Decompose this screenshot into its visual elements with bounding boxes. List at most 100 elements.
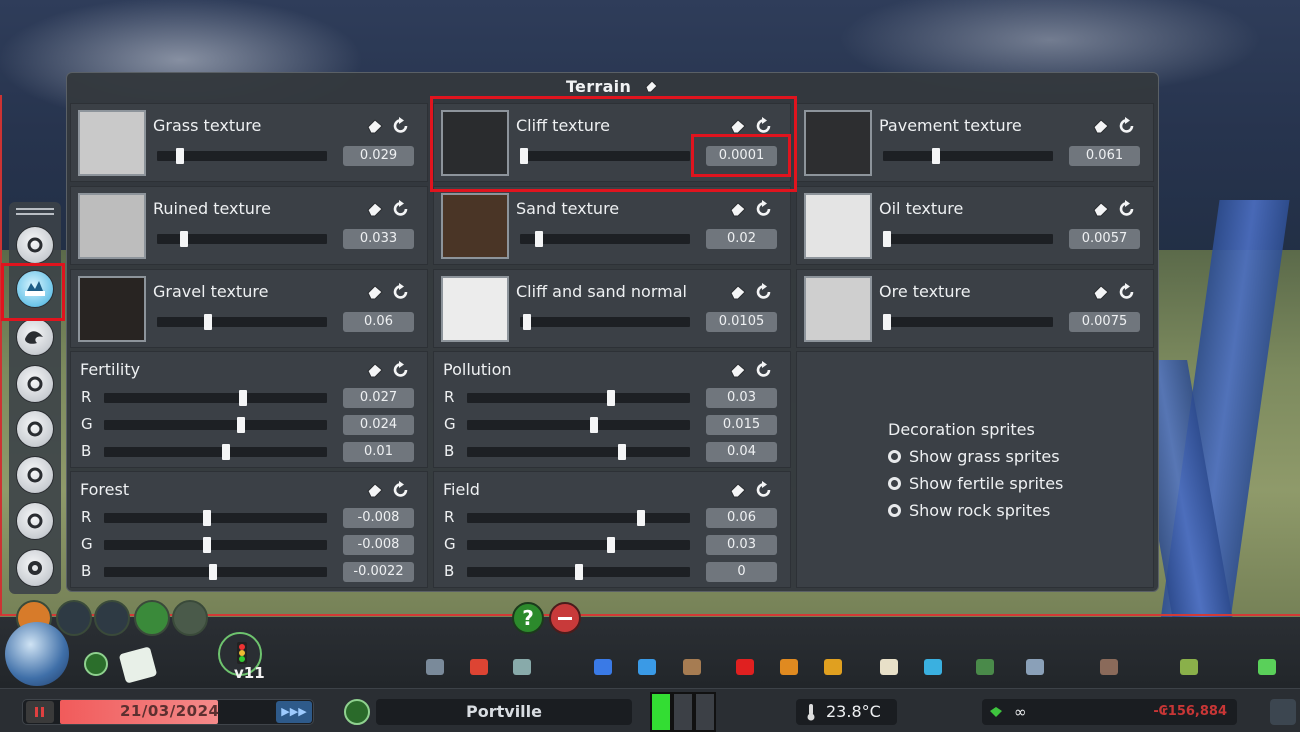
slider-thumb[interactable]	[883, 314, 891, 330]
texture-slider[interactable]	[157, 231, 327, 247]
channel-slider[interactable]	[467, 390, 690, 406]
texture-swatch[interactable]	[441, 193, 509, 259]
channel-slider[interactable]	[104, 390, 327, 406]
texture-value[interactable]: 0.0001	[706, 146, 777, 166]
channel-slider[interactable]	[104, 444, 327, 460]
eraser-icon[interactable]	[1091, 282, 1111, 302]
reset-icon[interactable]	[754, 480, 774, 500]
slider-thumb[interactable]	[883, 231, 891, 247]
radio-icon[interactable]	[888, 450, 901, 463]
magnet-icon-2[interactable]	[94, 600, 130, 636]
wonders-icon[interactable]	[1092, 650, 1126, 684]
texture-swatch[interactable]	[804, 193, 872, 259]
texture-slider[interactable]	[157, 314, 327, 330]
eraser-icon[interactable]	[365, 199, 385, 219]
slider-thumb[interactable]	[222, 444, 230, 460]
texture-slider[interactable]	[883, 148, 1053, 164]
electricity-icon[interactable]	[586, 650, 620, 684]
reset-icon[interactable]	[1117, 199, 1137, 219]
slider-thumb[interactable]	[209, 564, 217, 580]
eraser-icon[interactable]	[1091, 116, 1111, 136]
slider-thumb[interactable]	[237, 417, 245, 433]
settings-icon[interactable]	[16, 549, 54, 587]
citizen-icon[interactable]	[1270, 699, 1296, 725]
channel-slider[interactable]	[467, 564, 690, 580]
eraser-icon[interactable]	[728, 199, 748, 219]
water-icon[interactable]	[16, 318, 54, 356]
channel-value[interactable]: -0.008	[343, 535, 414, 555]
reset-icon[interactable]	[391, 199, 411, 219]
channel-value[interactable]: 0.04	[706, 442, 777, 462]
slider-thumb[interactable]	[176, 148, 184, 164]
slider-thumb[interactable]	[932, 148, 940, 164]
slider-thumb[interactable]	[239, 390, 247, 406]
transport-icon[interactable]	[916, 650, 950, 684]
slider-thumb[interactable]	[607, 537, 615, 553]
buildings-icon[interactable]	[16, 365, 54, 403]
channel-value[interactable]: 0.01	[343, 442, 414, 462]
speed-button[interactable]: ▶▶▶	[276, 701, 312, 723]
texture-value[interactable]: 0.029	[343, 146, 414, 166]
reset-icon[interactable]	[1117, 116, 1137, 136]
districts-icon[interactable]	[505, 650, 539, 684]
channel-slider[interactable]	[104, 537, 327, 553]
texture-slider[interactable]	[520, 148, 690, 164]
channel-slider[interactable]	[104, 564, 327, 580]
city-name[interactable]: Portville	[376, 699, 632, 725]
eraser-icon[interactable]	[365, 360, 385, 380]
gear-ring-icon[interactable]	[16, 410, 54, 448]
police-icon[interactable]	[816, 650, 850, 684]
money-icon[interactable]	[1250, 650, 1284, 684]
channel-value[interactable]: 0.015	[706, 415, 777, 435]
eraser-icon[interactable]	[1091, 199, 1111, 219]
eraser-icon[interactable]	[728, 480, 748, 500]
slider-thumb[interactable]	[203, 537, 211, 553]
channel-value[interactable]: 0.06	[706, 508, 777, 528]
channel-value[interactable]: 0.03	[706, 388, 777, 408]
channel-value[interactable]: 0	[706, 562, 777, 582]
channel-slider[interactable]	[104, 510, 327, 526]
slider-thumb[interactable]	[180, 231, 188, 247]
texture-value[interactable]: 0.02	[706, 229, 777, 249]
channel-slider[interactable]	[467, 510, 690, 526]
zoning-icon[interactable]	[462, 650, 496, 684]
landscaping-icon[interactable]	[1172, 650, 1206, 684]
slider-thumb[interactable]	[203, 510, 211, 526]
radio-icon[interactable]	[888, 504, 901, 517]
radio-show-fertile[interactable]: Show fertile sprites	[888, 474, 1063, 493]
weather-icon[interactable]	[16, 456, 54, 494]
reset-icon[interactable]	[754, 199, 774, 219]
texture-value[interactable]: 0.033	[343, 229, 414, 249]
reset-icon[interactable]	[754, 116, 774, 136]
texture-slider[interactable]	[520, 314, 690, 330]
texture-swatch[interactable]	[804, 276, 872, 342]
radio-icon[interactable]	[888, 477, 901, 490]
slider-thumb[interactable]	[535, 231, 543, 247]
atmosphere-icon[interactable]	[16, 502, 54, 540]
texture-value[interactable]: 0.061	[1069, 146, 1140, 166]
texture-swatch[interactable]	[78, 193, 146, 259]
slider-thumb[interactable]	[637, 510, 645, 526]
lock-green-icon[interactable]	[84, 652, 108, 676]
help-icon[interactable]: ?	[512, 602, 544, 634]
garbage-icon[interactable]	[675, 650, 709, 684]
collapse-icon[interactable]	[549, 602, 581, 634]
lock-icon[interactable]	[172, 600, 208, 636]
texture-slider[interactable]	[157, 148, 327, 164]
slider-thumb[interactable]	[575, 564, 583, 580]
reset-icon[interactable]	[754, 360, 774, 380]
healthcare-icon[interactable]	[728, 650, 762, 684]
reset-icon[interactable]	[391, 282, 411, 302]
radio-show-grass[interactable]: Show grass sprites	[888, 447, 1063, 466]
texture-swatch[interactable]	[804, 110, 872, 176]
texture-slider[interactable]	[883, 231, 1053, 247]
magnet-icon[interactable]	[56, 600, 92, 636]
reset-icon[interactable]	[391, 116, 411, 136]
water-icon[interactable]	[630, 650, 664, 684]
roads-icon[interactable]	[418, 650, 452, 684]
channel-value[interactable]: 0.024	[343, 415, 414, 435]
eraser-icon[interactable]	[365, 282, 385, 302]
channel-value[interactable]: 0.03	[706, 535, 777, 555]
slider-thumb[interactable]	[618, 444, 626, 460]
slider-thumb[interactable]	[520, 148, 528, 164]
